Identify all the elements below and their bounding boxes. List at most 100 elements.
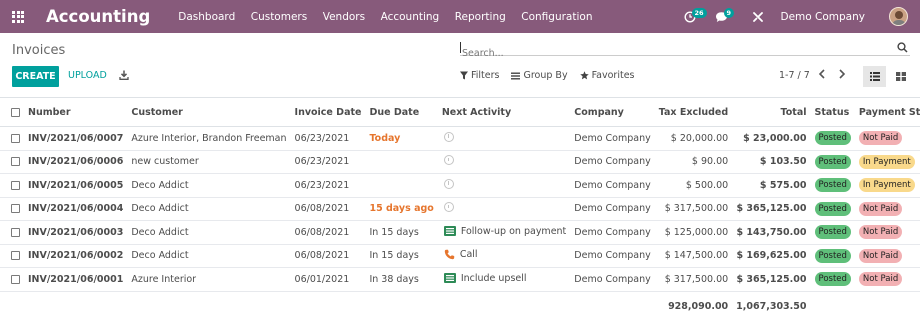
cell-number: INV/2021/06/0003 — [24, 220, 128, 245]
column-header-payment-status[interactable]: Payment Status — [854, 97, 920, 127]
cell-next-activity[interactable] — [437, 173, 571, 198]
clock-icon[interactable] — [443, 178, 454, 189]
table-row[interactable]: INV/2021/06/0006 new customer 06/23/2021 De… — [0, 150, 920, 174]
search-bar[interactable] — [460, 41, 910, 59]
column-header-status[interactable]: Status — [810, 97, 855, 127]
cell-tax-excluded: $ 500.00 — [654, 173, 733, 198]
activity-button[interactable]: 26 — [679, 6, 707, 28]
cell-next-activity[interactable] — [437, 150, 571, 174]
cell-tax-excluded: $ 317,500.00 — [654, 267, 733, 292]
clock-icon[interactable] — [443, 155, 454, 166]
company-switcher[interactable]: Demo Company — [781, 11, 866, 23]
cell-status: Posted — [810, 173, 855, 198]
list-view-button[interactable] — [863, 66, 886, 87]
table-row[interactable]: INV/2021/06/0005 Deco Addict 06/23/2021 Dem… — [0, 173, 920, 198]
column-header-due-date[interactable]: Due Date — [365, 97, 438, 127]
clock-icon[interactable] — [443, 131, 454, 142]
cell-next-activity[interactable]: Call — [437, 244, 571, 268]
top-navbar: Accounting Dashboard Customers Vendors A… — [0, 0, 920, 33]
menu-item-customers[interactable]: Customers — [251, 11, 307, 23]
download-icon[interactable] — [119, 70, 129, 80]
upload-button[interactable]: UPLOAD — [68, 70, 107, 81]
chevron-right-icon[interactable] — [838, 69, 846, 79]
apps-menu-button[interactable] — [0, 0, 36, 33]
row-checkbox-cell[interactable] — [0, 267, 24, 292]
kanban-view-button[interactable] — [889, 66, 912, 87]
column-header-tax-excluded[interactable]: Tax Excluded — [654, 97, 733, 127]
row-checkbox[interactable] — [11, 157, 20, 167]
pager-value[interactable]: 1-7 / 7 — [779, 70, 810, 81]
row-checkbox-cell[interactable] — [0, 220, 24, 245]
menu-item-reporting[interactable]: Reporting — [455, 11, 506, 23]
cell-due-date: Today — [365, 126, 438, 151]
menu-item-configuration[interactable]: Configuration — [521, 11, 592, 23]
cell-total: $ 169,625.00 — [732, 244, 811, 268]
chevron-left-icon[interactable] — [818, 69, 826, 79]
column-header-invoice-date[interactable]: Invoice Date — [290, 97, 366, 127]
cell-tax-excluded: $ 20,000.00 — [654, 126, 733, 151]
cell-number: INV/2021/06/0001 — [24, 267, 128, 292]
row-checkbox[interactable] — [11, 251, 20, 261]
select-all-checkbox[interactable] — [11, 107, 20, 117]
menu-item-vendors[interactable]: Vendors — [323, 11, 365, 23]
invoices-table: Number Customer Invoice Date Due Date Ne… — [0, 97, 920, 321]
clock-icon[interactable] — [443, 202, 454, 213]
favorites-button[interactable]: Favorites — [579, 70, 635, 81]
row-checkbox-cell[interactable] — [0, 197, 24, 221]
table-row[interactable]: INV/2021/06/0007 Azure Interior, Brandon … — [0, 126, 920, 151]
row-checkbox[interactable] — [11, 204, 20, 214]
filters-button[interactable]: Filters — [460, 70, 499, 81]
status-badge: Posted — [814, 131, 851, 146]
row-checkbox[interactable] — [11, 180, 20, 190]
cell-total: $ 575.00 — [732, 173, 811, 198]
cell-company: Demo Company — [570, 220, 655, 245]
control-panel-buttons: CREATE UPLOAD Filters Group By Favorites… — [0, 66, 920, 88]
cell-number: INV/2021/06/0004 — [24, 197, 128, 221]
create-button[interactable]: CREATE — [12, 66, 59, 87]
row-checkbox[interactable] — [11, 133, 20, 143]
main-menu: Dashboard Customers Vendors Accounting R… — [178, 11, 608, 23]
select-all-checkbox-cell[interactable] — [0, 97, 24, 127]
cell-tax-excluded: $ 147,500.00 — [654, 244, 733, 268]
cell-payment-status: In Payment — [854, 173, 920, 198]
row-checkbox-cell[interactable] — [0, 150, 24, 174]
column-header-number[interactable]: Number — [24, 97, 128, 127]
app-name[interactable]: Accounting — [46, 7, 150, 26]
table-row[interactable]: INV/2021/06/0003 Deco Addict 06/08/2021 In … — [0, 220, 920, 245]
row-checkbox-cell[interactable] — [0, 173, 24, 198]
menu-item-accounting[interactable]: Accounting — [381, 11, 440, 23]
user-avatar[interactable] — [889, 7, 908, 26]
search-input[interactable] — [460, 48, 880, 59]
cell-due-date: In 38 days — [365, 267, 438, 292]
cell-next-activity[interactable] — [437, 126, 571, 151]
cell-invoice-date: 06/23/2021 — [290, 150, 366, 174]
menu-item-dashboard[interactable]: Dashboard — [178, 11, 235, 23]
task-list-icon[interactable] — [443, 273, 456, 283]
cell-next-activity[interactable]: Include upsell — [437, 267, 571, 292]
column-header-customer[interactable]: Customer — [127, 97, 291, 127]
row-checkbox-cell[interactable] — [0, 126, 24, 151]
table-row[interactable]: INV/2021/06/0004 Deco Addict 06/08/2021 15 … — [0, 197, 920, 221]
debug-tools-button[interactable] — [747, 6, 769, 28]
phone-icon[interactable] — [444, 249, 455, 260]
task-list-icon[interactable] — [443, 226, 456, 236]
row-checkbox[interactable] — [11, 274, 20, 284]
cell-due-date: In 15 days — [365, 220, 438, 245]
groupby-button[interactable]: Group By — [511, 70, 568, 81]
messaging-button[interactable]: 9 — [711, 6, 735, 28]
column-header-company[interactable]: Company — [570, 97, 655, 127]
breadcrumb-title: Invoices — [12, 43, 66, 58]
row-checkbox[interactable] — [11, 227, 20, 237]
table-row[interactable]: INV/2021/06/0001 Azure Interior 06/01/2021… — [0, 267, 920, 292]
cell-next-activity[interactable]: Follow-up on payment — [437, 220, 571, 245]
row-checkbox-cell[interactable] — [0, 244, 24, 268]
table-row[interactable]: INV/2021/06/0002 Deco Addict 06/08/2021 In … — [0, 244, 920, 268]
cell-next-activity[interactable] — [437, 197, 571, 221]
cell-number: INV/2021/06/0006 — [24, 150, 128, 174]
search-icon[interactable] — [897, 42, 908, 53]
column-header-next-activity[interactable]: Next Activity — [437, 97, 571, 127]
status-badge: Posted — [814, 272, 851, 287]
column-header-total[interactable]: Total — [732, 97, 811, 127]
activity-summary: Follow-up on payment — [460, 225, 567, 237]
cell-invoice-date: 06/08/2021 — [290, 197, 366, 221]
